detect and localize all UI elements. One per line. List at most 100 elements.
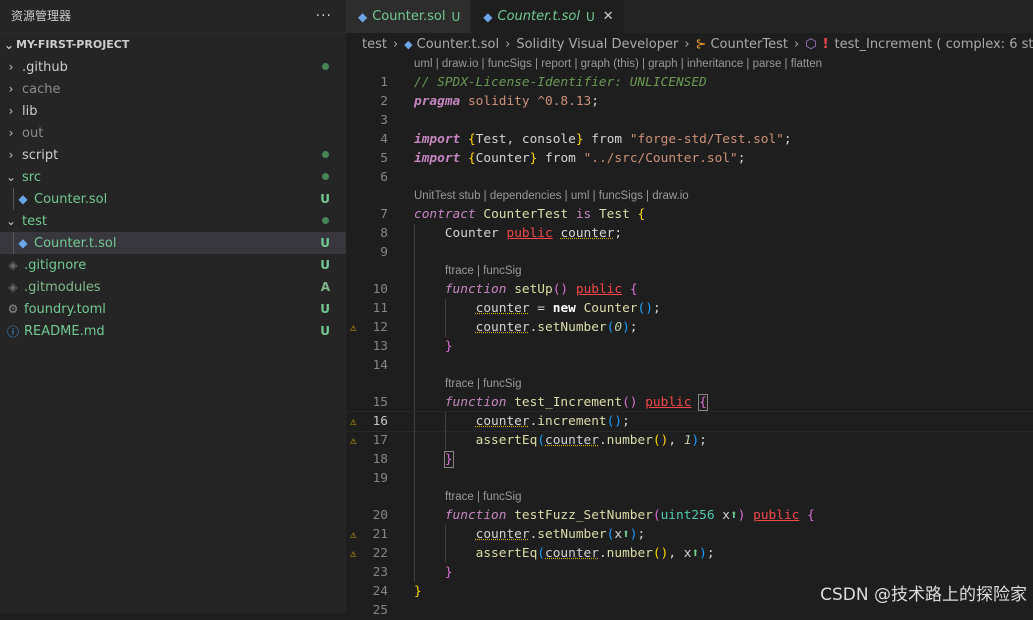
- chevron-down-icon: ⌄: [3, 38, 15, 52]
- code-line: 7 contract CounterTest is Test {: [380, 207, 646, 222]
- code-line: 14: [346, 356, 1033, 375]
- code-line: 15 function test_Increment() public {: [372, 393, 708, 412]
- git-change-dot: [322, 63, 329, 70]
- folder-item[interactable]: › cache: [0, 78, 346, 100]
- git-status-badge: U: [320, 236, 330, 250]
- item-label: script: [22, 147, 59, 163]
- code-line: 10 function setUp() public {: [372, 280, 638, 299]
- solidity-icon: ◆: [358, 9, 368, 24]
- code-line: 5 import {Counter} from "../src/Counter.s…: [380, 151, 746, 166]
- git-status-badge: A: [320, 280, 330, 294]
- folder-item[interactable]: › .github: [0, 56, 346, 78]
- breadcrumb-item[interactable]: test_Increment ( complex: 6 state: ☑ ): [835, 37, 1033, 52]
- code-line: ⚠ 17 assertEq(counter.number(), 1);: [350, 431, 707, 450]
- project-name: MY-FIRST-PROJECT: [16, 38, 130, 51]
- codelens-function[interactable]: ftrace | funcSig: [346, 375, 1033, 393]
- breadcrumb-item[interactable]: test: [362, 37, 387, 52]
- folder-item[interactable]: › script: [0, 144, 346, 166]
- tab-bar: ◆ Counter.sol U ◆ Counter.t.sol U ✕: [346, 0, 1033, 33]
- chevron-right-icon: ›: [684, 36, 690, 52]
- file-tree: › .github › cache › lib › out › script ⌄ src ◆ Counte…: [0, 56, 346, 342]
- chevron-down-icon: ⌄: [5, 170, 17, 184]
- git-status-badge: U: [320, 302, 330, 316]
- code-line: ⚠ 22 assertEq(counter.number(), x⬆);: [350, 544, 715, 563]
- file-item[interactable]: ◈ .gitignore U: [0, 254, 346, 276]
- tab-counter-sol[interactable]: ◆ Counter.sol U: [346, 0, 472, 33]
- tab-label: Counter.t.sol: [497, 9, 580, 24]
- file-item[interactable]: ◆ Counter.t.sol U: [0, 232, 346, 254]
- gitmodules-icon: ◈: [8, 280, 18, 294]
- git-change-dot: [322, 151, 329, 158]
- code-line: 2 pragma solidity ^0.8.13;: [380, 94, 599, 109]
- breadcrumb-item[interactable]: Counter.t.sol: [417, 37, 499, 52]
- close-icon[interactable]: ✕: [603, 9, 614, 24]
- project-root[interactable]: ⌄ MY-FIRST-PROJECT: [0, 33, 346, 56]
- code-line: 11 counter = new Counter();: [372, 299, 661, 318]
- item-label: foundry.toml: [24, 301, 106, 317]
- chevron-right-icon: ›: [8, 82, 14, 96]
- chevron-right-icon: ›: [8, 126, 14, 140]
- solidity-icon: ◆: [404, 37, 413, 51]
- code-line: 1// SPDX-License-Identifier: UNLICENSED: [380, 75, 707, 90]
- explorer-header: 资源管理器 ···: [0, 0, 346, 33]
- code-line: 4 import {Test, console} from "forge-std/…: [380, 132, 792, 147]
- item-label: test: [22, 213, 47, 229]
- solidity-icon: ◆: [483, 9, 493, 24]
- item-label: Counter.sol: [34, 191, 108, 207]
- chevron-right-icon: ›: [505, 36, 511, 52]
- chevron-right-icon: ›: [392, 36, 399, 52]
- codelens-function[interactable]: ftrace | funcSig: [346, 488, 1033, 506]
- code-line: 9: [346, 243, 1033, 262]
- editor-area: ◆ Counter.sol U ◆ Counter.t.sol U ✕ test…: [345, 0, 1033, 618]
- item-label: lib: [22, 103, 38, 119]
- chevron-down-icon: ⌄: [5, 214, 17, 228]
- watermark: CSDN @技术路上的探险家: [820, 585, 1027, 605]
- tab-git-badge: U: [451, 9, 461, 24]
- code-line: 18 }: [372, 450, 454, 469]
- file-item[interactable]: ◈ .gitmodules A: [0, 276, 346, 298]
- folder-item[interactable]: ⌄ src: [0, 166, 346, 188]
- item-label: src: [22, 169, 41, 185]
- code-line: ⚠ 12 counter.setNumber(0);: [350, 318, 638, 337]
- item-label: .github: [22, 59, 68, 75]
- breadcrumb-item[interactable]: CounterTest: [710, 37, 788, 52]
- item-label: out: [22, 125, 44, 141]
- info-icon: ⓘ: [6, 324, 19, 339]
- gitignore-icon: ◈: [8, 258, 18, 272]
- chevron-right-icon: ›: [8, 60, 14, 74]
- code-line: 19: [346, 469, 1033, 488]
- code-line: 13 }: [372, 337, 453, 356]
- folder-item[interactable]: ⌄ test: [0, 210, 346, 232]
- explorer-sidebar: 资源管理器 ··· ⌄ MY-FIRST-PROJECT › .github › ca…: [0, 0, 346, 613]
- file-item[interactable]: ⚙ foundry.toml U: [0, 298, 346, 320]
- file-item[interactable]: ◆ Counter.sol U: [0, 188, 346, 210]
- codelens-contract[interactable]: UnitTest stub | dependencies | uml | fun…: [346, 187, 1033, 205]
- tab-git-badge: U: [585, 9, 595, 24]
- code-view[interactable]: uml | draw.io | funcSigs | report | grap…: [345, 55, 1033, 620]
- item-label: README.md: [24, 323, 105, 339]
- code-line: 8 Counter public counter;: [380, 224, 623, 243]
- folder-item[interactable]: › out: [0, 122, 346, 144]
- codelens-top[interactable]: uml | draw.io | funcSigs | report | grap…: [346, 55, 1033, 73]
- chevron-right-icon: ›: [8, 148, 14, 162]
- chevron-right-icon: ›: [794, 36, 800, 52]
- solidity-icon: ◆: [18, 236, 28, 250]
- more-actions-icon[interactable]: ···: [316, 0, 332, 33]
- item-label: cache: [22, 81, 61, 97]
- breadcrumb-item[interactable]: Solidity Visual Developer: [516, 37, 678, 52]
- code-line: 3: [380, 113, 388, 128]
- code-line-current: ⚠ 16 counter.increment();: [345, 411, 1033, 432]
- class-icon: ⊱: [695, 36, 707, 52]
- git-change-dot: [322, 217, 329, 224]
- file-item[interactable]: ⓘ README.md U: [0, 320, 346, 342]
- codelens-function[interactable]: ftrace | funcSig: [346, 262, 1033, 280]
- git-status-badge: U: [320, 192, 330, 206]
- git-status-badge: U: [320, 258, 330, 272]
- folder-item[interactable]: › lib: [0, 100, 346, 122]
- solidity-icon: ◆: [18, 192, 28, 206]
- git-change-dot: [322, 173, 329, 180]
- code-line: ⚠ 21 counter.setNumber(x⬆);: [350, 525, 646, 544]
- indent-guide: [13, 232, 14, 254]
- tab-counter-t-sol[interactable]: ◆ Counter.t.sol U ✕: [471, 0, 625, 33]
- explorer-title: 资源管理器: [11, 9, 72, 23]
